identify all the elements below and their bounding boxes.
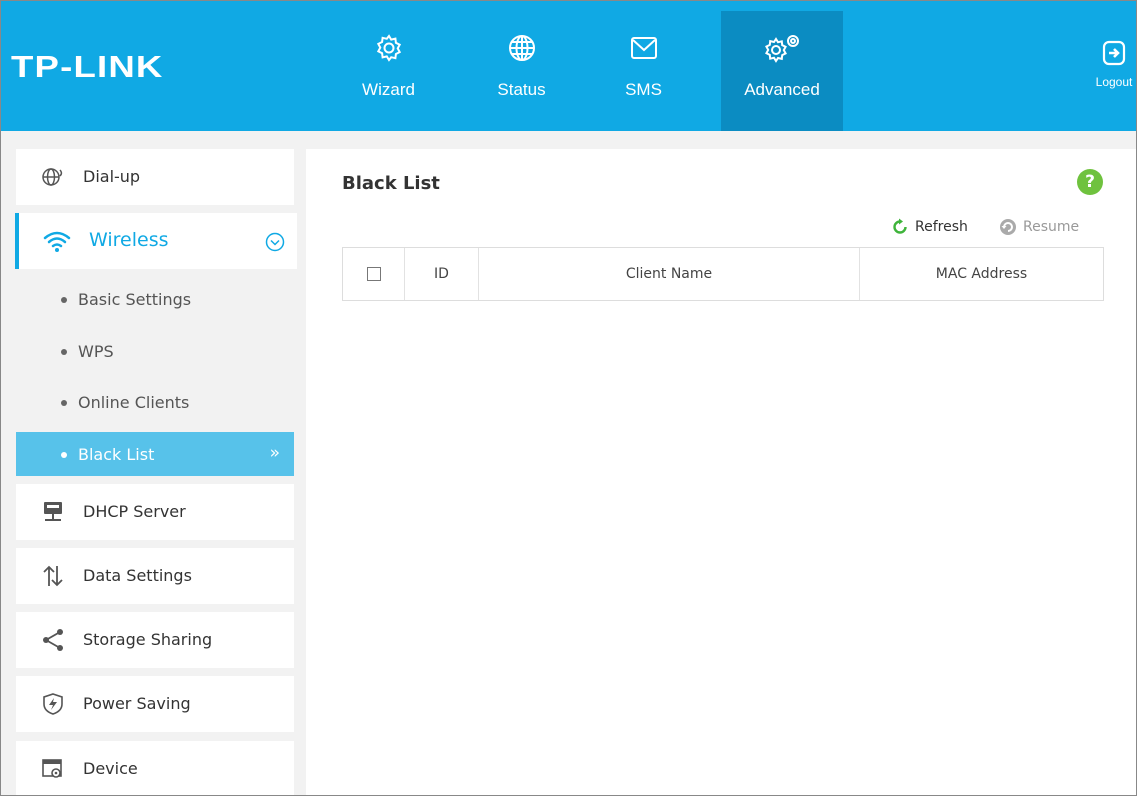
- logout-label: Logout: [1095, 75, 1133, 89]
- resume-button[interactable]: Resume: [999, 218, 1079, 236]
- nav-status-label: Status: [497, 80, 546, 99]
- logo: TP-LINK: [11, 49, 164, 84]
- sidebar-item-power-saving[interactable]: Power Saving: [16, 676, 294, 732]
- wifi-icon: [43, 231, 71, 252]
- sidebar-item-wireless[interactable]: Wireless: [15, 213, 297, 269]
- sidebar-item-label: Wireless: [89, 229, 169, 251]
- refresh-button[interactable]: Refresh: [891, 218, 968, 236]
- bullet-icon: [61, 297, 67, 303]
- refresh-label: Refresh: [915, 219, 968, 235]
- server-icon: [44, 502, 62, 521]
- globe-phone-icon: [42, 168, 63, 186]
- sidebar-subitem-label: Black List: [78, 445, 155, 464]
- nav-sms[interactable]: SMS: [601, 11, 686, 131]
- bullet-icon: [61, 400, 67, 406]
- sidebar-subitem-online-clients[interactable]: Online Clients: [16, 380, 294, 424]
- sidebar-subitem-label: Online Clients: [78, 393, 190, 412]
- sidebar-item-storage-sharing[interactable]: Storage Sharing: [16, 612, 294, 668]
- gears-icon: [765, 35, 799, 63]
- sidebar-item-label: DHCP Server: [83, 502, 186, 521]
- bullet-icon: [61, 349, 67, 355]
- resume-icon: [1000, 219, 1016, 235]
- nav-advanced-label: Advanced: [744, 80, 820, 99]
- envelope-icon: [630, 37, 657, 59]
- sidebar-item-device[interactable]: Device: [16, 741, 294, 795]
- sidebar-item-dial-up[interactable]: Dial-up: [16, 149, 294, 205]
- globe-icon: [508, 35, 535, 61]
- resume-label: Resume: [1023, 219, 1080, 235]
- sidebar-subitem-label: WPS: [78, 342, 114, 361]
- sidebar-item-label: Storage Sharing: [83, 630, 213, 649]
- sidebar-item-dhcp-server[interactable]: DHCP Server: [16, 484, 294, 540]
- select-all-cell: [343, 248, 405, 300]
- logout-icon: [1102, 40, 1126, 66]
- column-header-mac-address: MAC Address: [935, 266, 1028, 282]
- logout-button[interactable]: Logout: [1089, 39, 1136, 99]
- chevron-down-icon[interactable]: [265, 232, 285, 252]
- nav-status[interactable]: Status: [479, 11, 564, 131]
- up-down-arrows-icon: [43, 565, 63, 587]
- nav-advanced[interactable]: Advanced: [721, 11, 843, 131]
- top-header: TP-LINK Wizard Status SMS Advanced Logou…: [1, 1, 1136, 131]
- nav-sms-label: SMS: [625, 80, 662, 99]
- gear-icon: [376, 34, 401, 62]
- device-icon: [42, 759, 62, 778]
- column-header-client-name: Client Name: [479, 248, 860, 300]
- nav-wizard[interactable]: Wizard: [346, 11, 431, 131]
- app-frame: TP-LINK Wizard Status SMS Advanced Logou…: [0, 0, 1137, 796]
- select-all-checkbox[interactable]: [366, 267, 381, 281]
- black-list-table: ID Client Name MAC Address: [342, 247, 1104, 301]
- sidebar-item-label: Power Saving: [83, 694, 191, 713]
- page-title: Black List: [342, 173, 440, 194]
- sidebar-subitem-wps[interactable]: WPS: [16, 329, 294, 373]
- sidebar-subitem-label: Basic Settings: [78, 290, 192, 309]
- table-header: ID Client Name MAC Address: [343, 248, 1103, 300]
- sidebar-item-label: Data Settings: [83, 566, 192, 585]
- sidebar-item-label: Device: [83, 759, 138, 778]
- power-icon: [43, 693, 63, 715]
- nav-wizard-label: Wizard: [362, 80, 415, 99]
- help-icon[interactable]: ?: [1077, 169, 1103, 195]
- sidebar-item-data-settings[interactable]: Data Settings: [16, 548, 294, 604]
- double-chevron-right-icon: »: [269, 443, 280, 463]
- sidebar-item-label: Dial-up: [83, 167, 141, 186]
- main-panel: Black List ? Refresh Resume ID Client Na…: [306, 149, 1136, 795]
- sidebar-subitem-black-list[interactable]: Black List »: [16, 432, 294, 476]
- sidebar-subitem-basic-settings[interactable]: Basic Settings: [16, 277, 294, 321]
- refresh-icon: [893, 218, 907, 234]
- bullet-icon: [61, 452, 67, 458]
- column-header-id: ID: [405, 248, 479, 300]
- share-icon: [43, 629, 63, 651]
